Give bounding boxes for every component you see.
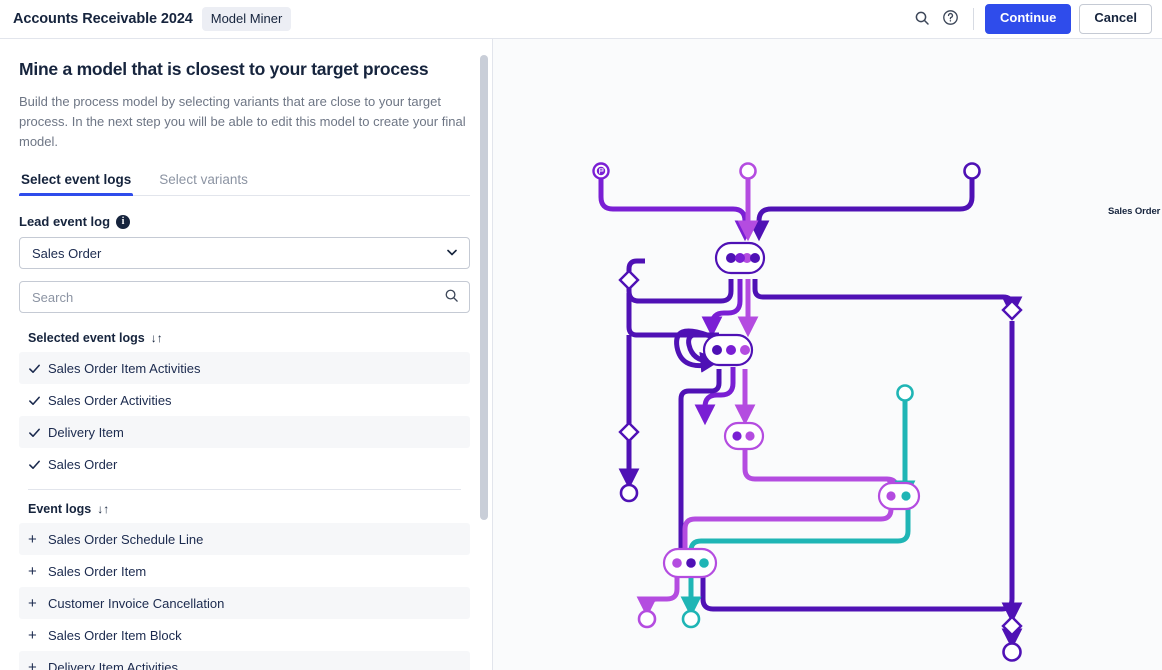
event-logs-header: Event logs ↓↑ [19, 502, 470, 523]
activity-node-create-sales-order-item [702, 333, 754, 367]
start-node-label-sales-order: Sales Order [1108, 206, 1161, 217]
list-item-label: Sales Order Item Activities [48, 360, 201, 376]
help-circle-icon [942, 9, 959, 29]
left-panel: Mine a model that is closest to your tar… [0, 39, 493, 670]
top-bar: Accounts Receivable 2024 Model Miner Con… [0, 0, 1162, 39]
list-item[interactable]: + Sales Order Schedule Line [19, 523, 470, 556]
start-node-sales-order-activities [963, 162, 981, 180]
end-node [619, 483, 639, 503]
plus-icon[interactable]: + [28, 532, 48, 547]
list-item[interactable]: + Delivery Item Activities [19, 651, 470, 670]
end-node [637, 609, 657, 629]
list-item-label: Delivery Item Activities [48, 659, 179, 670]
plus-icon[interactable]: + [28, 628, 48, 643]
tab-select-event-logs[interactable]: Select event logs [19, 167, 134, 197]
continue-button[interactable]: Continue [985, 4, 1072, 34]
check-icon [28, 426, 48, 439]
lead-event-log-value: Sales Order [32, 245, 102, 261]
list-item-label: Sales Order Activities [48, 392, 172, 408]
check-icon [28, 362, 48, 375]
panel-description: Build the process model by selecting var… [19, 94, 466, 149]
search-button[interactable] [908, 5, 936, 33]
sort-icon[interactable]: ↓↑ [151, 332, 163, 344]
tab-select-variants[interactable]: Select variants [157, 167, 250, 195]
process-graph-canvas[interactable]: Sales Order Sales Order Item Activities … [493, 39, 1162, 670]
list-divider [28, 489, 461, 491]
search-input[interactable] [32, 289, 444, 305]
left-panel-scrollbar[interactable] [480, 39, 488, 670]
info-icon[interactable]: i [116, 214, 131, 229]
scrollbar-thumb[interactable] [480, 55, 488, 520]
process-graph-svg [592, 162, 1023, 662]
end-node [681, 609, 701, 629]
lead-event-log-label-text: Lead event log [19, 214, 111, 230]
activity-node-create-delivery-header [723, 421, 765, 451]
list-item[interactable]: + Customer Invoice Cancellation [19, 587, 470, 620]
event-logs-list: + Sales Order Schedule Line + Sales Orde… [19, 523, 470, 670]
search-field[interactable] [19, 281, 470, 314]
event-logs-header-text: Event logs [28, 502, 92, 517]
search-icon[interactable] [444, 288, 459, 306]
lead-event-log-select[interactable]: Sales Order [19, 237, 470, 270]
main-body: Mine a model that is closest to your tar… [0, 39, 1162, 670]
page-title: Accounts Receivable 2024 [13, 11, 193, 27]
help-button[interactable] [936, 5, 964, 33]
list-item[interactable]: + Sales Order Item [19, 555, 470, 587]
search-icon [914, 10, 930, 29]
list-item-label: Sales Order Item [48, 563, 147, 579]
list-item-label: Delivery Item [48, 424, 124, 440]
start-node-delivery-item [896, 384, 914, 402]
sort-icon[interactable]: ↓↑ [97, 503, 109, 515]
cancel-button[interactable]: Cancel [1079, 4, 1152, 34]
list-item[interactable]: Sales Order Activities [19, 384, 470, 416]
chevron-down-icon [445, 245, 459, 262]
end-node [1002, 642, 1022, 662]
list-item-label: Sales Order Schedule Line [48, 531, 204, 547]
panel-heading: Mine a model that is closest to your tar… [19, 59, 429, 79]
list-item[interactable]: Sales Order Item Activities [19, 352, 470, 385]
left-panel-scroll-content: Mine a model that is closest to your tar… [0, 39, 492, 670]
toolbar-divider [973, 8, 975, 30]
list-item-label: Sales Order Item Block [48, 627, 182, 643]
list-item[interactable]: Sales Order [19, 448, 470, 480]
check-icon [28, 394, 48, 407]
selected-logs-list: Sales Order Item Activities Sales Order … [19, 352, 470, 480]
list-item-label: Customer Invoice Cancellation [48, 595, 225, 611]
start-node-sales-order-item-activities [739, 162, 757, 180]
activity-node-create-delivery-item [877, 481, 921, 511]
list-item[interactable]: + Sales Order Item Block [19, 619, 470, 651]
list-item[interactable]: Delivery Item [19, 416, 470, 449]
panel-tabs: Select event logs Select variants [19, 167, 470, 197]
plus-icon[interactable]: + [28, 564, 48, 579]
model-miner-app: Accounts Receivable 2024 Model Miner Con… [0, 0, 1162, 670]
selected-logs-header-text: Selected event logs [28, 331, 145, 346]
module-chip: Model Miner [201, 7, 292, 31]
lead-event-log-label: Lead event log i [19, 214, 470, 229]
plus-icon[interactable]: + [28, 660, 48, 670]
check-icon [28, 458, 48, 471]
activity-node-create-customer-invoice [662, 547, 718, 579]
activity-node-create-sales-order-header [714, 241, 766, 275]
list-item-label: Sales Order [48, 456, 118, 472]
plus-icon[interactable]: + [28, 596, 48, 611]
start-node-sales-order [592, 162, 610, 180]
selected-logs-header: Selected event logs ↓↑ [19, 331, 470, 352]
